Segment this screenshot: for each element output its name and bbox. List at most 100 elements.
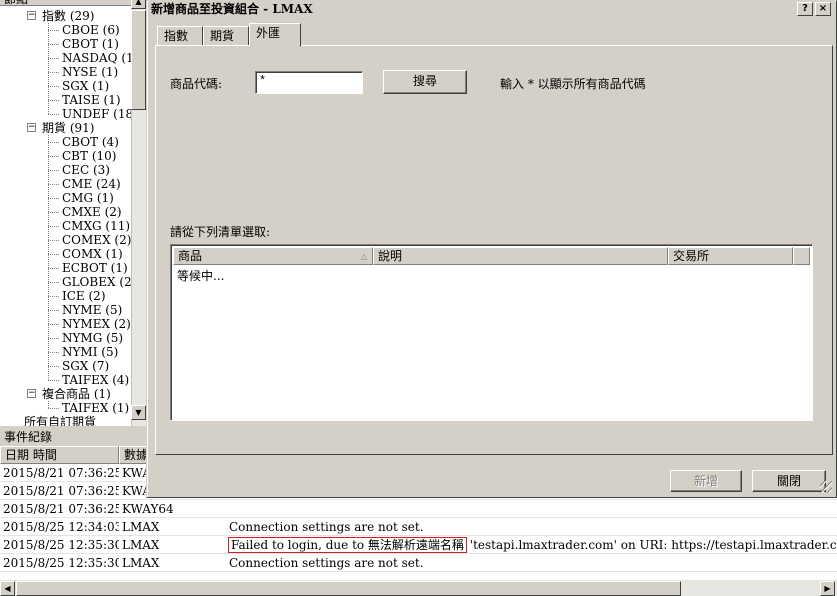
tree-item[interactable]: UNDEF (18)	[62, 107, 138, 121]
symbol-input[interactable]: *	[255, 71, 363, 94]
tree-item[interactable]: CEC (3)	[62, 163, 110, 177]
tree-item[interactable]: 所有自訂期貨	[24, 415, 96, 426]
h-scroll-thumb[interactable]	[16, 581, 681, 596]
log-horizontal-scrollbar[interactable]: ◀ ▶	[0, 580, 837, 596]
tree-connector	[48, 352, 59, 353]
scroll-up-icon[interactable]: ▲	[131, 0, 146, 9]
log-time: 12:35:30	[68, 538, 119, 552]
log-message-text: Connection settings are not set.	[229, 556, 424, 570]
table-row[interactable]: 2015/8/25 12:35:30 LMAX Failed to login, d…	[0, 536, 837, 554]
tree-item[interactable]: TAIFEX (4)	[62, 373, 129, 387]
tree-item[interactable]: NASDAQ (1)	[62, 51, 138, 65]
tab-index[interactable]: 指數	[157, 26, 203, 46]
tree-connector	[48, 170, 59, 171]
tree-item[interactable]: CME (24)	[62, 177, 121, 191]
tree-item[interactable]: COMEX (2)	[62, 233, 131, 247]
scroll-thumb[interactable]	[131, 10, 146, 110]
log-datetime: 2015/8/21 07:36:25	[0, 464, 119, 482]
tree-connector	[48, 100, 59, 101]
tree-connector	[48, 142, 59, 143]
table-row[interactable]: 2015/8/21 07:36:25 KWAY64	[0, 500, 837, 518]
tree-connector	[48, 366, 59, 367]
resize-grip-icon[interactable]	[820, 481, 832, 493]
tree-item[interactable]: CBOT (1)	[62, 37, 119, 51]
list-col-filler	[793, 247, 810, 265]
table-row[interactable]: 2015/8/25 12:35:30 LMAX Connection setting…	[0, 554, 837, 572]
tab-futures[interactable]: 期貨	[203, 26, 249, 46]
tree-connector	[48, 338, 59, 339]
tab-forex[interactable]: 外匯	[249, 23, 301, 47]
add-button[interactable]: 新增	[670, 470, 742, 492]
scroll-right-icon[interactable]: ▶	[820, 581, 835, 596]
tree-item[interactable]: GLOBEX (2)	[62, 275, 136, 289]
tree-connector	[48, 114, 59, 115]
tree-item[interactable]: ICE (2)	[62, 289, 106, 303]
collapse-icon[interactable]: −	[27, 123, 36, 132]
list-col-symbol[interactable]: 商品 △	[173, 247, 373, 265]
log-datetime: 2015/8/21 07:36:25	[0, 482, 119, 500]
tree-group[interactable]: 複合商品 (1)	[42, 387, 111, 401]
tree-item[interactable]: CBOT (4)	[62, 135, 119, 149]
log-date: 2015/8/25	[3, 556, 65, 570]
log-date: 2015/8/21	[3, 466, 65, 480]
close-button[interactable]: 關閉	[752, 470, 826, 492]
log-message: Failed to login, due to 無法解析遠端名稱 'testap…	[226, 536, 837, 554]
tree-item[interactable]: TAIFEX (1)	[62, 401, 129, 415]
tree-group[interactable]: 期貨 (91)	[42, 121, 94, 135]
dialog-titlebar[interactable]: 新增商品至投資組合 - LMAX ? ×	[149, 1, 835, 17]
tree-connector	[48, 23, 49, 114]
list-col-symbol-label: 商品	[178, 249, 203, 263]
scroll-left-icon[interactable]: ◀	[0, 581, 15, 596]
tree-connector	[48, 401, 49, 408]
instrument-tree: 節點 指數 (29)−CBOE (6)CBOT (1)NASDAQ (1)NYS…	[0, 0, 146, 426]
tree-item[interactable]: CBOE (6)	[62, 23, 120, 37]
log-col-datetime[interactable]: 日期 時間	[0, 446, 119, 464]
collapse-icon[interactable]: −	[27, 389, 36, 398]
tree-connector	[48, 72, 59, 73]
tree-item[interactable]: CMXE (2)	[62, 205, 122, 219]
tree-item[interactable]: CBT (10)	[62, 149, 116, 163]
help-icon[interactable]: ?	[797, 2, 813, 16]
table-row[interactable]: 2015/8/25 12:34:03 LMAX Connection setting…	[0, 518, 837, 536]
log-datetime: 2015/8/21 07:36:25	[0, 500, 119, 518]
tree-item[interactable]: TAISE (1)	[62, 93, 121, 107]
tree-connector	[48, 408, 59, 409]
log-source: LMAX	[122, 538, 160, 552]
dialog-title: 新增商品至投資組合 - LMAX	[151, 2, 313, 16]
tree-item[interactable]: NYMG (5)	[62, 331, 123, 345]
tree-connector	[48, 44, 59, 45]
log-time: 07:36:25	[68, 502, 119, 516]
tree-item[interactable]: CMG (1)	[62, 191, 114, 205]
list-col-description[interactable]: 說明	[373, 247, 668, 265]
tree-item[interactable]: SGX (7)	[62, 359, 109, 373]
tree-item[interactable]: COMX (1)	[62, 247, 123, 261]
tree-connector	[48, 198, 59, 199]
tree-item[interactable]: ECBOT (1)	[62, 261, 128, 275]
log-date: 2015/8/21	[3, 502, 65, 516]
tree-item[interactable]: SGX (1)	[62, 79, 109, 93]
log-source: LMAX	[122, 556, 160, 570]
symbol-label: 商品代碼:	[170, 77, 223, 91]
instrument-list[interactable]: 商品 △ 說明 交易所 等候中...	[170, 244, 813, 421]
search-button[interactable]: 搜尋	[383, 70, 467, 94]
tree-connector	[48, 86, 59, 87]
list-col-exchange[interactable]: 交易所	[668, 247, 793, 265]
tree-item[interactable]: CMXG (11)	[62, 219, 130, 233]
tree-vertical-scrollbar[interactable]: ▲ ▼	[131, 0, 146, 426]
tree-connector	[48, 226, 59, 227]
tree-connector	[48, 282, 59, 283]
tree-item[interactable]: NYSE (1)	[62, 65, 118, 79]
close-icon[interactable]: ×	[815, 2, 831, 16]
log-message-text: 'testapi.lmaxtrader.com' on URI: https:/…	[469, 538, 837, 552]
log-time: 07:36:25	[68, 484, 119, 498]
tree-connector	[48, 135, 49, 380]
tree-connector	[48, 310, 59, 311]
tree-item[interactable]: NYMEX (2)	[62, 317, 131, 331]
tree-connector	[48, 184, 59, 185]
tree-item[interactable]: NYMI (5)	[62, 345, 118, 359]
list-status: 等候中...	[177, 269, 225, 283]
tree-item[interactable]: NYME (5)	[62, 303, 122, 317]
tree-group[interactable]: 指數 (29)	[42, 9, 94, 23]
collapse-icon[interactable]: −	[27, 11, 36, 20]
scroll-down-icon[interactable]: ▼	[131, 405, 146, 420]
